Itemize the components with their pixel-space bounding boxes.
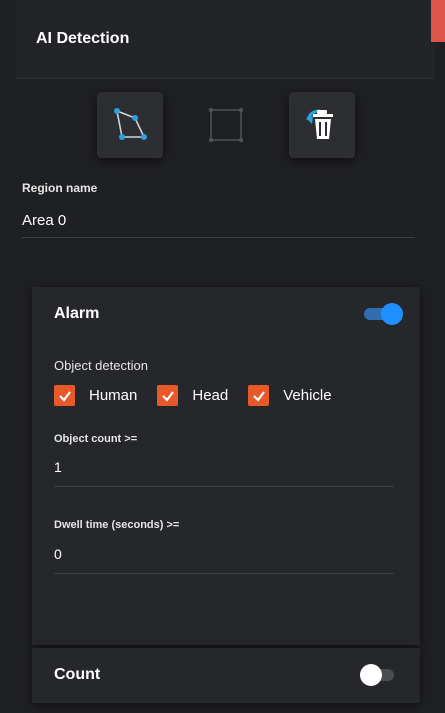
rectangle-icon	[208, 107, 244, 143]
human-label: Human	[89, 387, 138, 404]
delete-region-button[interactable]	[289, 92, 355, 158]
alarm-section: Alarm Object detection Human Head Vehicl…	[32, 287, 420, 645]
page-title: AI Detection	[36, 30, 130, 47]
count-title: Count	[54, 666, 101, 683]
alarm-toggle[interactable]	[364, 303, 403, 325]
object-detection-checkboxes: Human Head Vehicle	[54, 385, 352, 406]
vehicle-label: Vehicle	[283, 387, 332, 404]
trash-icon	[306, 109, 333, 139]
object-count-input[interactable]: 1	[54, 459, 394, 487]
toggle-knob	[381, 303, 403, 325]
polygon-icon	[114, 108, 147, 140]
dwell-time-input[interactable]: 0	[54, 546, 394, 574]
checkbox-checked-icon	[54, 385, 75, 406]
count-section: Count	[32, 648, 420, 703]
toggle-knob	[360, 664, 382, 686]
corner-accent	[431, 0, 445, 42]
head-checkbox[interactable]: Head	[157, 385, 228, 406]
count-toggle[interactable]	[360, 664, 398, 686]
alarm-title: Alarm	[54, 305, 100, 322]
polygon-tool-button[interactable]	[97, 92, 163, 158]
panel-header: AI Detection	[16, 0, 435, 79]
dwell-time-label: Dwell time (seconds) >=	[54, 519, 180, 531]
checkbox-checked-icon	[248, 385, 270, 406]
object-detection-label: Object detection	[54, 358, 148, 373]
object-count-label: Object count >=	[54, 433, 138, 445]
rectangle-tool-button[interactable]	[193, 92, 259, 158]
head-label: Head	[192, 387, 229, 404]
region-name-label: Region name	[22, 181, 98, 195]
checkbox-checked-icon	[157, 385, 179, 406]
region-name-input[interactable]: Area 0	[22, 210, 415, 238]
ai-detection-panel: AI Detection Region name Area 0 Alarm Ob…	[0, 0, 445, 713]
vehicle-checkbox[interactable]: Vehicle	[248, 385, 332, 406]
human-checkbox[interactable]: Human	[54, 385, 137, 406]
